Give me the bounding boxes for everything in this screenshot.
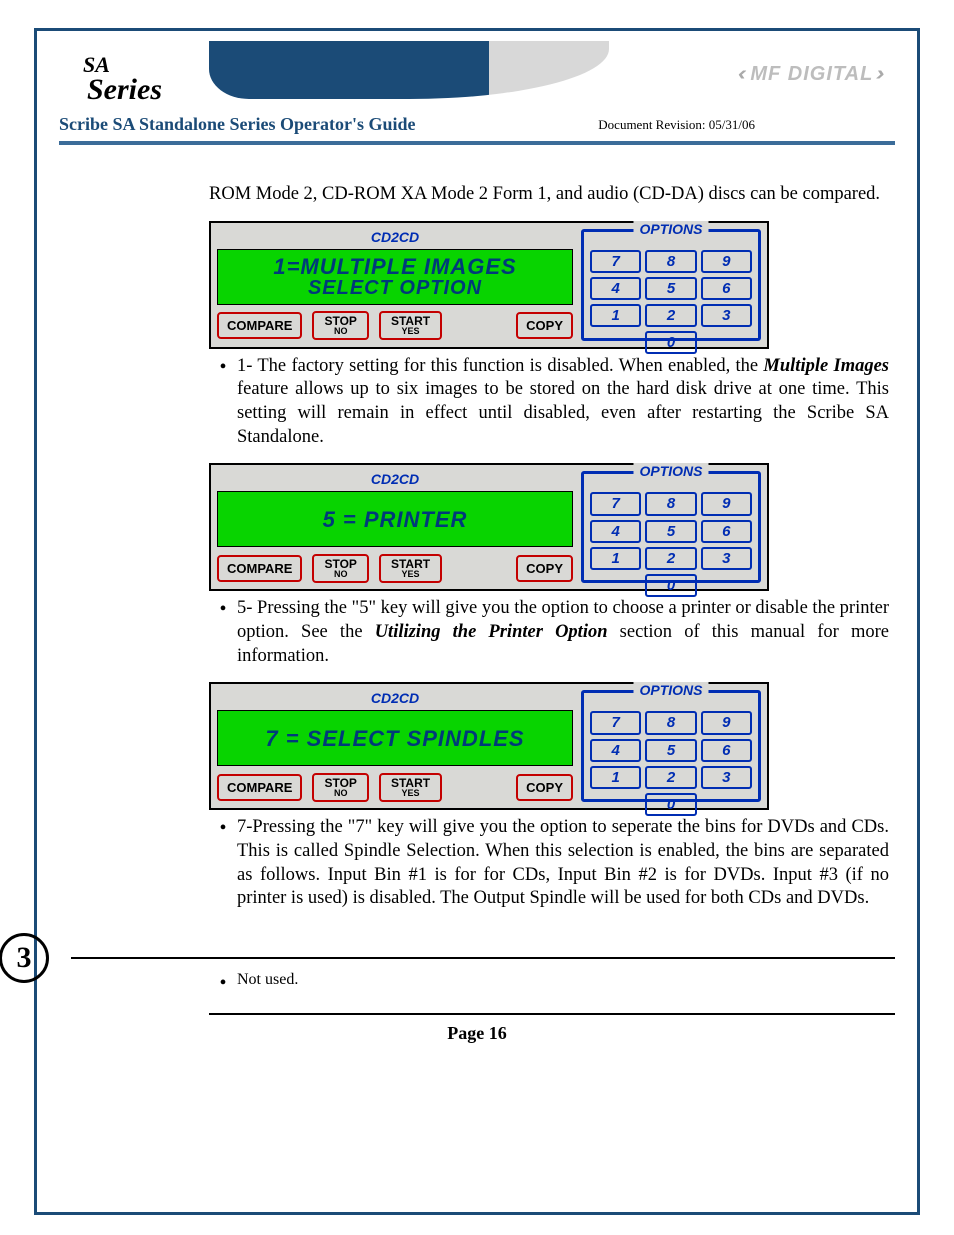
header-swoosh bbox=[209, 41, 609, 99]
key-1[interactable]: 1 bbox=[590, 304, 641, 327]
panel-left: CD2CD 5 = PRINTER COMPARE STOPNO STARTYE… bbox=[217, 471, 573, 583]
page-header: SA Series ‹MF DIGITAL› Scribe SA Standal… bbox=[59, 49, 895, 145]
start-button[interactable]: STARTYES bbox=[379, 311, 442, 340]
key-3[interactable]: 3 bbox=[701, 547, 752, 570]
options-keypad: OPTIONS 7 8 9 4 5 6 1 2 3 0 bbox=[581, 229, 761, 341]
device-panel-3: CD2CD 7 = SELECT SPINDLES COMPARE STOPNO… bbox=[209, 682, 769, 810]
copy-button[interactable]: COPY bbox=[516, 555, 573, 582]
button-row: COMPARE STOPNO STARTYES COPY bbox=[217, 772, 573, 802]
button-row: COMPARE STOPNO STARTYES COPY bbox=[217, 311, 573, 341]
bullet-icon: • bbox=[209, 355, 237, 450]
device-panel-2: CD2CD 5 = PRINTER COMPARE STOPNO STARTYE… bbox=[209, 463, 769, 591]
section-3-body: • Not used. bbox=[209, 971, 895, 993]
device-panel-1: CD2CD 1=MULTIPLE IMAGES SELECT OPTION CO… bbox=[209, 221, 769, 349]
lcd-screen: 7 = SELECT SPINDLES bbox=[217, 710, 573, 766]
mf-digital-logo: ‹MF DIGITAL› bbox=[739, 63, 885, 86]
key-3[interactable]: 3 bbox=[701, 304, 752, 327]
options-keypad: OPTIONS 7 8 9 4 5 6 1 2 3 0 bbox=[581, 471, 761, 583]
page-number: Page 16 bbox=[59, 1023, 895, 1044]
bullet-icon: • bbox=[209, 816, 237, 911]
key-5[interactable]: 5 bbox=[645, 520, 696, 543]
key-4[interactable]: 4 bbox=[590, 739, 641, 762]
start-button[interactable]: STARTYES bbox=[379, 554, 442, 583]
key-6[interactable]: 6 bbox=[701, 739, 752, 762]
options-label: OPTIONS bbox=[633, 221, 708, 239]
compare-button[interactable]: COMPARE bbox=[217, 312, 302, 339]
key-8[interactable]: 8 bbox=[645, 250, 696, 273]
lcd-screen: 1=MULTIPLE IMAGES SELECT OPTION bbox=[217, 249, 573, 305]
cd2cd-label: CD2CD bbox=[217, 690, 573, 710]
doc-title: Scribe SA Standalone Series Operator's G… bbox=[59, 114, 416, 135]
key-0[interactable]: 0 bbox=[645, 574, 696, 597]
key-6[interactable]: 6 bbox=[701, 520, 752, 543]
bullet-icon: • bbox=[209, 597, 237, 668]
copy-button[interactable]: COPY bbox=[516, 312, 573, 339]
lcd-line1: 1=MULTIPLE IMAGES bbox=[273, 255, 516, 278]
compare-button[interactable]: COMPARE bbox=[217, 555, 302, 582]
start-button[interactable]: STARTYES bbox=[379, 773, 442, 802]
key-1[interactable]: 1 bbox=[590, 547, 641, 570]
page: SA Series ‹MF DIGITAL› Scribe SA Standal… bbox=[0, 0, 954, 1235]
bullet-not-used: • Not used. bbox=[209, 971, 895, 993]
key-0[interactable]: 0 bbox=[645, 793, 696, 816]
stop-button[interactable]: STOPNO bbox=[312, 311, 368, 340]
intro-paragraph: ROM Mode 2, CD-ROM XA Mode 2 Form 1, and… bbox=[209, 183, 889, 207]
key-6[interactable]: 6 bbox=[701, 277, 752, 300]
key-9[interactable]: 9 bbox=[701, 250, 752, 273]
key-7[interactable]: 7 bbox=[590, 492, 641, 515]
bullet-2: • 5- Pressing the "5" key will give you … bbox=[209, 597, 889, 668]
key-2[interactable]: 2 bbox=[645, 547, 696, 570]
key-8[interactable]: 8 bbox=[645, 492, 696, 515]
page-frame: SA Series ‹MF DIGITAL› Scribe SA Standal… bbox=[34, 28, 920, 1215]
key-1[interactable]: 1 bbox=[590, 766, 641, 789]
options-keypad: OPTIONS 7 8 9 4 5 6 1 2 3 0 bbox=[581, 690, 761, 802]
key-5[interactable]: 5 bbox=[645, 739, 696, 762]
body-content: ROM Mode 2, CD-ROM XA Mode 2 Form 1, and… bbox=[209, 183, 889, 911]
stop-button[interactable]: STOPNO bbox=[312, 554, 368, 583]
bottom-rule bbox=[209, 1013, 895, 1015]
copy-button[interactable]: COPY bbox=[516, 774, 573, 801]
brand-line2: Series bbox=[87, 73, 162, 106]
key-4[interactable]: 4 bbox=[590, 277, 641, 300]
key-7[interactable]: 7 bbox=[590, 250, 641, 273]
bullet-icon: • bbox=[209, 971, 237, 993]
doc-revision: Document Revision: 05/31/06 bbox=[598, 117, 755, 133]
stop-button[interactable]: STOPNO bbox=[312, 773, 368, 802]
button-row: COMPARE STOPNO STARTYES COPY bbox=[217, 553, 573, 583]
panel-left: CD2CD 7 = SELECT SPINDLES COMPARE STOPNO… bbox=[217, 690, 573, 802]
options-label: OPTIONS bbox=[633, 682, 708, 700]
key-7[interactable]: 7 bbox=[590, 711, 641, 734]
key-9[interactable]: 9 bbox=[701, 492, 752, 515]
lcd-line1: 5 = PRINTER bbox=[323, 508, 468, 531]
key-2[interactable]: 2 bbox=[645, 766, 696, 789]
key-3[interactable]: 3 bbox=[701, 766, 752, 789]
options-label: OPTIONS bbox=[633, 463, 708, 481]
panel-left: CD2CD 1=MULTIPLE IMAGES SELECT OPTION CO… bbox=[217, 229, 573, 341]
lcd-screen: 5 = PRINTER bbox=[217, 491, 573, 547]
bullet-3: • 7-Pressing the "7" key will give you t… bbox=[209, 816, 889, 911]
key-0[interactable]: 0 bbox=[645, 331, 696, 354]
section-rule bbox=[71, 957, 895, 959]
key-2[interactable]: 2 bbox=[645, 304, 696, 327]
key-5[interactable]: 5 bbox=[645, 277, 696, 300]
brand-logo: SA Series bbox=[87, 55, 162, 104]
bullet-1: • 1- The factory setting for this functi… bbox=[209, 355, 889, 450]
bullet-text: 1- The factory setting for this function… bbox=[237, 355, 889, 450]
lcd-line2: SELECT OPTION bbox=[308, 278, 482, 299]
bullet-text: 5- Pressing the "5" key will give you th… bbox=[237, 597, 889, 668]
cd2cd-label: CD2CD bbox=[217, 229, 573, 249]
bullet-text: Not used. bbox=[237, 971, 895, 993]
key-4[interactable]: 4 bbox=[590, 520, 641, 543]
lcd-line1: 7 = SELECT SPINDLES bbox=[265, 727, 524, 750]
bullet-text: 7-Pressing the "7" key will give you the… bbox=[237, 816, 889, 911]
compare-button[interactable]: COMPARE bbox=[217, 774, 302, 801]
key-8[interactable]: 8 bbox=[645, 711, 696, 734]
key-9[interactable]: 9 bbox=[701, 711, 752, 734]
section-number-circle: 3 bbox=[0, 933, 49, 983]
cd2cd-label: CD2CD bbox=[217, 471, 573, 491]
